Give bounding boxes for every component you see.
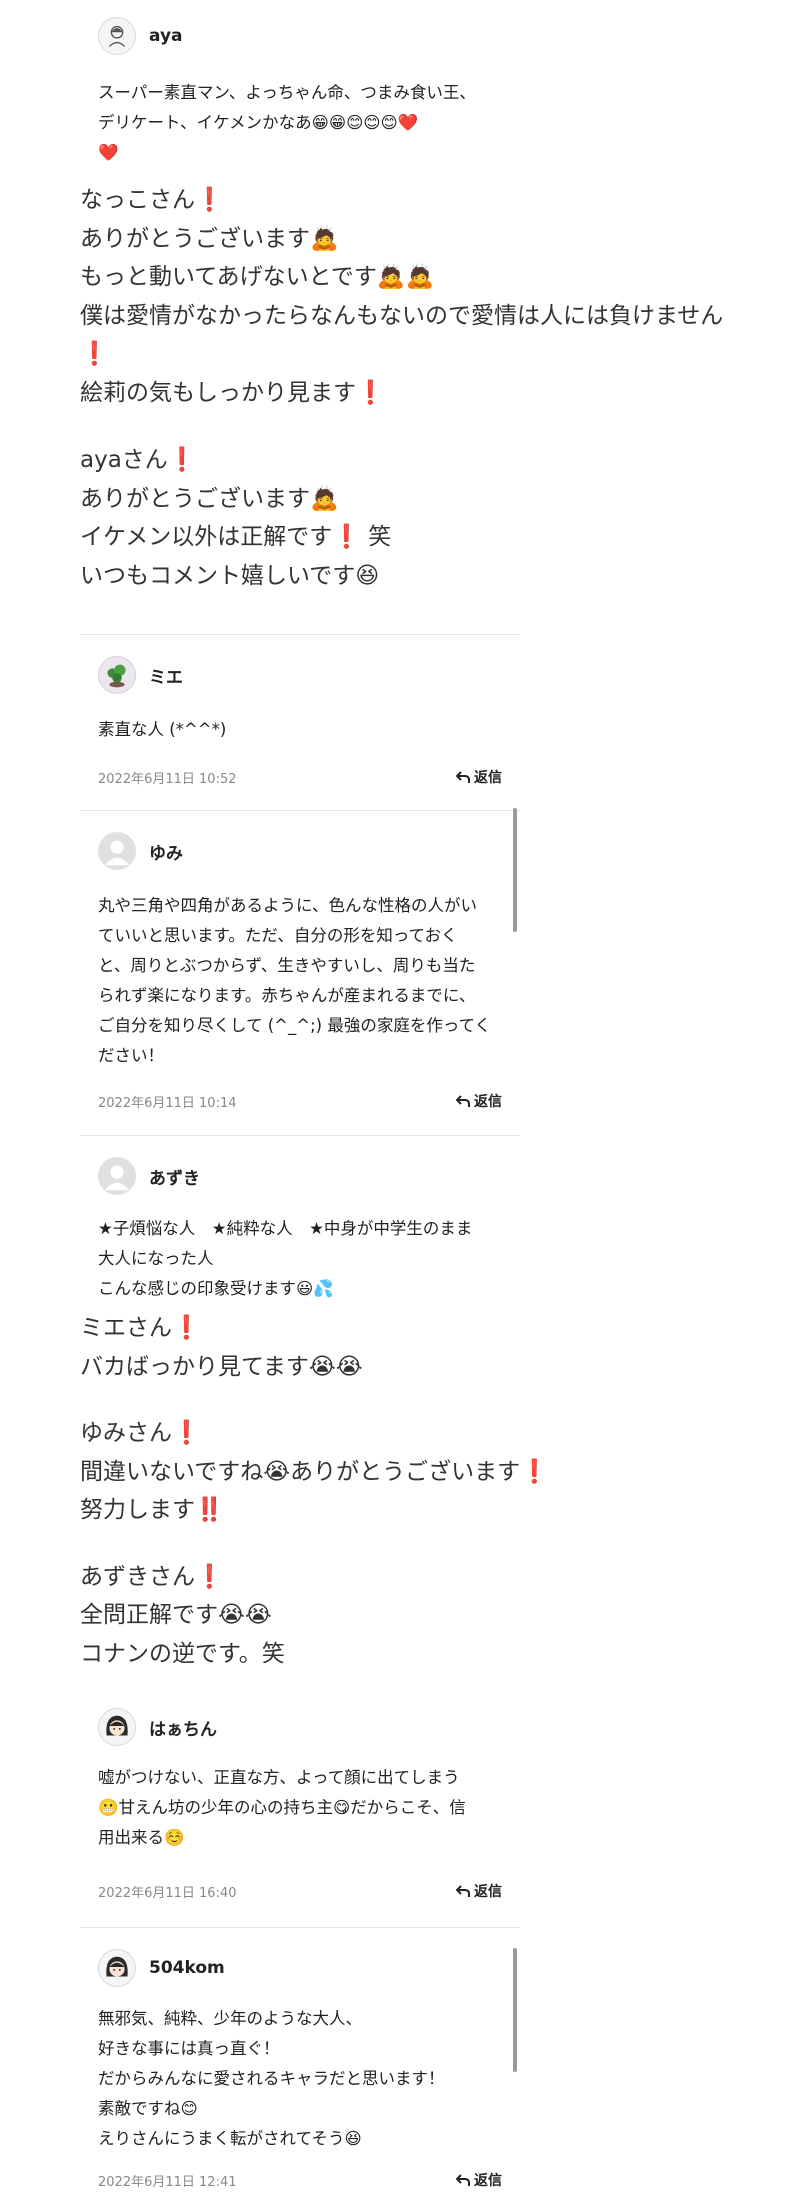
comment-line: 好きな事には真っ直ぐ！ xyxy=(98,2039,280,2058)
comment-header: aya xyxy=(80,14,520,58)
comment-header: ゆみ xyxy=(80,829,520,873)
comment-haachin: はぁちん 嘘がつけない、正直な方、よって顔に出てしまう 😬甘えん坊の少年の心の持… xyxy=(80,1705,520,1927)
reply-line: なっこさん❗ xyxy=(80,187,224,213)
comment-line: 素敵ですね😊 xyxy=(98,2099,198,2118)
comment-meta: 2022年6月11日 12:41 返信 xyxy=(80,2168,520,2192)
reply-line: コナンの逆です。笑 xyxy=(80,1640,285,1667)
comment-line: 大人になった人 xyxy=(98,1249,214,1268)
comment-header: ミエ xyxy=(80,653,520,697)
comment-text: 嘘がつけない、正直な方、よって顔に出てしまう 😬甘えん坊の少年の心の持ち主😋だか… xyxy=(80,1763,500,1853)
comment-line: こんな感じの印象受けます😃💦 xyxy=(98,1279,334,1298)
reply-label: 返信 xyxy=(474,770,502,786)
comment-line: ていいと思います。ただ、自分の形を知っておく xyxy=(98,926,458,945)
reply-line: あずきさん❗ xyxy=(80,1563,224,1590)
comment-line: 無邪気、純粋、少年のような大人、 xyxy=(98,2009,362,2028)
comment-text: 丸や三角や四角があるように、色んな性格の人がい ていいと思います。ただ、自分の形… xyxy=(80,891,500,1071)
reply-line: ありがとうございます🙇 xyxy=(80,485,339,512)
reply-line: ゆみさん❗ xyxy=(80,1420,201,1446)
comment-line: られず楽になります。赤ちゃんが産まれるまでに、 xyxy=(98,986,476,1005)
comment-line: スーパー素直マン、よっちゃん命、つまみ食い王、 xyxy=(98,83,476,102)
comment-line: ご自分を知り尽くして (^_^;) 最強の家庭を作ってく xyxy=(98,1016,492,1035)
comment-line: だからみんなに愛されるキャラだと思います！ xyxy=(98,2069,445,2088)
avatar[interactable] xyxy=(98,1157,136,1195)
comment-meta: 2022年6月11日 16:40 返信 xyxy=(80,1879,520,1903)
avatar[interactable] xyxy=(98,1949,136,1987)
comment-text: スーパー素直マン、よっちゃん命、つまみ食い王、 デリケート、イケメンかなあ😁😁😊… xyxy=(80,78,500,168)
comment-meta: 2022年6月11日 10:52 返信 xyxy=(80,765,520,789)
comment-504kom: 504kom 無邪気、純粋、少年のような大人、 好きな事には真っ直ぐ！ だからみ… xyxy=(80,1927,520,2210)
author-reply-nakko: なっこさん❗ ありがとうございます🙇 もっと動いてあげないとです🙇🙇 僕は愛情が… xyxy=(80,181,723,412)
comment-line: デリケート、イケメンかなあ😁😁😊😊😊❤️ xyxy=(98,113,419,132)
comment-line: 嘘がつけない、正直な方、よって顔に出てしまう xyxy=(98,1768,460,1787)
comment-username[interactable]: ゆみ xyxy=(149,839,183,864)
comment-line: 用出来る☺️ xyxy=(98,1828,185,1847)
comment-line: と、周りとぶつからず、生きやすいし、周りも当た xyxy=(98,956,476,975)
reply-button[interactable]: 返信 xyxy=(456,2170,502,2190)
reply-arrow-icon xyxy=(456,2173,470,2186)
comment-text: ★子煩悩な人 ★純粋な人 ★中身が中学生のまま 大人になった人 こんな感じの印象… xyxy=(80,1214,500,1304)
comment-line: えりさんにうまく転がされてそう😆 xyxy=(98,2129,362,2148)
comment-date: 2022年6月11日 10:14 xyxy=(98,1095,237,1111)
reply-label: 返信 xyxy=(474,1884,502,1900)
reply-line: ❗ xyxy=(80,341,109,367)
comment-username[interactable]: ミエ xyxy=(149,663,183,688)
no-image-icon xyxy=(108,25,126,47)
reply-label: 返信 xyxy=(474,1094,502,1110)
girl-avatar-icon xyxy=(106,1956,128,1977)
comment-text: 無邪気、純粋、少年のような大人、 好きな事には真っ直ぐ！ だからみんなに愛される… xyxy=(80,2004,500,2154)
reply-line: いつもコメント嬉しいです😆 xyxy=(80,562,380,589)
reply-line: 全問正解です😭😭 xyxy=(80,1602,272,1628)
comment-meta: 2022年6月11日 10:14 返信 xyxy=(80,1089,520,1113)
reply-line: バカばっかり見てます😭😭 xyxy=(80,1353,363,1380)
comment-date: 2022年6月11日 10:52 xyxy=(98,771,237,787)
comment-line: ❤️ xyxy=(98,143,119,162)
reply-line: イケメン以外は正解です❗ 笑 xyxy=(80,524,392,550)
plant-avatar-icon xyxy=(107,664,126,688)
reply-line: ayaさん❗ xyxy=(80,447,197,473)
comment-line: 丸や三角や四角があるように、色んな性格の人がい xyxy=(98,896,478,915)
comment-text: 素直な人 (*^^*) xyxy=(98,720,227,739)
comment-line: 😬甘えん坊の少年の心の持ち主😋だからこそ、信 xyxy=(98,1798,466,1817)
scrollbar[interactable] xyxy=(513,1948,517,2072)
reply-line: 絵莉の気もしっかり見ます❗ xyxy=(80,379,385,406)
avatar[interactable] xyxy=(98,832,136,870)
comment-yumi: ゆみ 丸や三角や四角があるように、色んな性格の人がい ていいと思います。ただ、自… xyxy=(80,810,520,1135)
reply-button[interactable]: 返信 xyxy=(456,1881,502,1901)
comment-azuki: あずき ★子煩悩な人 ★純粋な人 ★中身が中学生のまま 大人になった人 こんな感… xyxy=(80,1135,520,1298)
comment-header: あずき xyxy=(80,1154,520,1198)
comment-date: 2022年6月11日 12:41 xyxy=(98,2174,237,2190)
avatar[interactable] xyxy=(98,1708,136,1746)
author-reply-aya: ayaさん❗ ありがとうございます🙇 イケメン以外は正解です❗ 笑 いつもコメン… xyxy=(80,441,391,595)
avatar[interactable] xyxy=(98,656,136,694)
avatar[interactable] xyxy=(98,17,136,55)
girl-avatar-icon xyxy=(106,1715,128,1736)
comment-header: 504kom xyxy=(80,1946,520,1990)
reply-arrow-icon xyxy=(456,1094,470,1107)
reply-arrow-icon xyxy=(456,1884,470,1897)
comment-header: はぁちん xyxy=(80,1705,520,1749)
reply-arrow-icon xyxy=(456,770,470,783)
author-reply-mie-yumi-azuki: ミエさん❗ バカばっかり見てます😭😭 ゆみさん❗ 間違いないですね😭ありがとうご… xyxy=(80,1309,549,1673)
user-placeholder-icon xyxy=(104,840,130,866)
user-placeholder-icon xyxy=(104,1165,130,1191)
reply-line: ありがとうございます🙇 xyxy=(80,225,339,252)
reply-line: ミエさん❗ xyxy=(80,1315,201,1341)
reply-label: 返信 xyxy=(474,2173,502,2189)
comment-username[interactable]: はぁちん xyxy=(149,1715,217,1740)
reply-button[interactable]: 返信 xyxy=(456,767,502,787)
comment-date: 2022年6月11日 16:40 xyxy=(98,1885,237,1901)
comment-line: ★子煩悩な人 ★純粋な人 ★中身が中学生のまま xyxy=(98,1219,473,1238)
comment-line: ださい！ xyxy=(98,1046,164,1065)
scrollbar[interactable] xyxy=(513,808,517,932)
reply-line: もっと動いてあげないとです🙇🙇 xyxy=(80,264,435,290)
reply-line: 僕は愛情がなかったらなんもないので愛情は人には負けません xyxy=(80,302,724,329)
reply-button[interactable]: 返信 xyxy=(456,1091,502,1111)
comment-username[interactable]: aya xyxy=(149,26,183,46)
reply-line: 間違いないですね😭ありがとうございます❗ xyxy=(80,1458,549,1485)
reply-line: 努力します‼️ xyxy=(80,1497,224,1523)
comment-username[interactable]: 504kom xyxy=(149,1958,225,1978)
comment-aya: aya スーパー素直マン、よっちゃん命、つまみ食い王、 デリケート、イケメンかな… xyxy=(80,14,520,168)
comment-username[interactable]: あずき xyxy=(149,1164,200,1189)
comment-mie: ミエ 素直な人 (*^^*) 2022年6月11日 10:52 返信 xyxy=(80,634,520,810)
